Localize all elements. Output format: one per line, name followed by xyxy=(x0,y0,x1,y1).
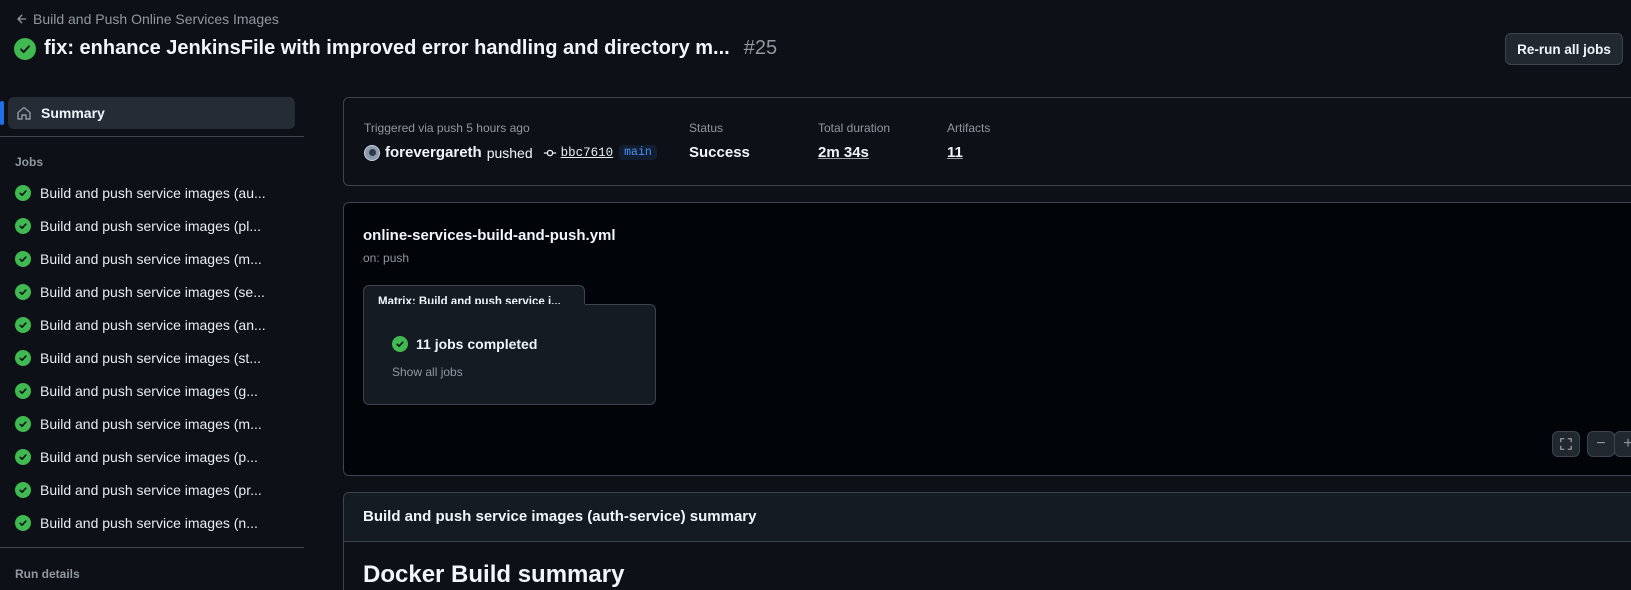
git-commit-icon xyxy=(543,149,556,156)
sidebar-divider xyxy=(0,547,304,548)
zoom-out-button[interactable]: − xyxy=(1587,431,1615,457)
fullscreen-icon xyxy=(1560,438,1572,450)
success-check-icon xyxy=(15,184,31,201)
job-item[interactable]: Build and push service images (st... xyxy=(15,341,266,374)
success-check-icon xyxy=(15,448,31,465)
rerun-all-jobs-button[interactable]: Re-run all jobs xyxy=(1505,33,1623,65)
docker-build-summary-heading: Docker Build summary xyxy=(363,561,625,588)
success-check-icon xyxy=(15,316,31,333)
matrix-job-card[interactable]: 11 jobs completed Show all jobs xyxy=(363,304,656,405)
duration-link[interactable]: 2m 34s xyxy=(818,144,890,161)
fullscreen-button[interactable] xyxy=(1552,431,1580,457)
success-check-icon xyxy=(15,250,31,267)
action-text: pushed xyxy=(486,144,533,161)
workflow-graph-panel: online-services-build-and-push.yml on: p… xyxy=(343,202,1631,476)
zoom-in-button[interactable]: + xyxy=(1614,431,1631,457)
artifacts-info: Artifacts 11 xyxy=(947,121,990,161)
branch-badge[interactable]: main xyxy=(619,145,657,160)
user-link[interactable]: forevergareth xyxy=(385,144,482,161)
back-to-workflow-link[interactable]: Build and Push Online Services Images xyxy=(15,11,279,27)
trigger-info: Triggered via push 5 hours ago foreverga… xyxy=(364,121,657,161)
run-title-text: fix: enhance JenkinsFile with improved e… xyxy=(44,37,730,59)
arrow-left-icon xyxy=(17,14,27,24)
sidebar-item-summary[interactable]: Summary xyxy=(0,97,295,129)
success-check-icon xyxy=(14,37,36,60)
job-item[interactable]: Build and push service images (g... xyxy=(15,374,266,407)
job-label: Build and push service images (p... xyxy=(40,448,258,465)
back-link-label: Build and Push Online Services Images xyxy=(33,11,279,27)
duration-label: Total duration xyxy=(818,121,891,135)
job-item[interactable]: Build and push service images (m... xyxy=(15,407,266,440)
sidebar-summary-label: Summary xyxy=(41,105,105,121)
job-item[interactable]: Build and push service images (pl... xyxy=(15,209,266,242)
status-value: Success xyxy=(689,144,750,161)
job-label: Build and push service images (n... xyxy=(40,514,258,531)
job-label: Build and push service images (st... xyxy=(40,349,261,366)
matrix-status: 11 jobs completed xyxy=(392,336,537,352)
commit-link[interactable]: bbc7610 xyxy=(561,146,614,160)
run-info-panel: Triggered via push 5 hours ago foreverga… xyxy=(343,97,1631,186)
job-label: Build and push service images (m... xyxy=(40,415,262,432)
success-check-icon xyxy=(15,349,31,366)
job-label: Build and push service images (g... xyxy=(40,382,258,399)
home-icon xyxy=(17,106,31,120)
job-item[interactable]: Build and push service images (au... xyxy=(15,176,266,209)
job-item[interactable]: Build and push service images (n... xyxy=(15,506,266,539)
job-label: Build and push service images (au... xyxy=(40,184,266,201)
matrix-status-text: 11 jobs completed xyxy=(416,336,538,352)
run-number: #25 xyxy=(743,37,778,59)
job-label: Build and push service images (m... xyxy=(40,250,262,267)
trigger-details: forevergareth pushed bbc7610 main xyxy=(364,144,657,161)
success-check-icon xyxy=(15,217,31,234)
success-check-icon xyxy=(15,382,31,399)
avatar[interactable] xyxy=(364,144,380,161)
duration-info: Total duration 2m 34s xyxy=(818,121,890,161)
trigger-label: Triggered via push 5 hours ago xyxy=(364,121,530,135)
status-info: Status Success xyxy=(689,121,750,161)
artifacts-label: Artifacts xyxy=(947,121,991,135)
show-all-jobs-link[interactable]: Show all jobs xyxy=(392,365,463,379)
artifacts-link[interactable]: 11 xyxy=(947,144,990,161)
workflow-run-page: Build and Push Online Services Images fi… xyxy=(0,0,1631,590)
job-label: Build and push service images (an... xyxy=(40,316,266,333)
job-label: Build and push service images (se... xyxy=(40,283,265,300)
workflow-file-name[interactable]: online-services-build-and-push.yml xyxy=(363,227,616,244)
status-label: Status xyxy=(689,121,724,135)
job-summary-panel: Build and push service images (auth-serv… xyxy=(343,492,1631,590)
success-check-icon xyxy=(15,481,31,498)
workflow-trigger: on: push xyxy=(363,251,410,265)
success-check-icon xyxy=(15,283,31,300)
jobs-heading: Jobs xyxy=(15,155,44,169)
jobs-list: Build and push service images (au... Bui… xyxy=(15,176,266,539)
job-label: Build and push service images (pl... xyxy=(40,217,261,234)
run-details-heading: Run details xyxy=(15,567,80,581)
job-summary-title: Build and push service images (auth-serv… xyxy=(344,493,1631,542)
sidebar-divider xyxy=(0,136,304,137)
job-item[interactable]: Build and push service images (pr... xyxy=(15,473,266,506)
success-check-icon xyxy=(392,336,408,352)
job-item[interactable]: Build and push service images (se... xyxy=(15,275,266,308)
run-title: fix: enhance JenkinsFile with improved e… xyxy=(14,37,777,60)
job-item[interactable]: Build and push service images (m... xyxy=(15,242,266,275)
job-item[interactable]: Build and push service images (p... xyxy=(15,440,266,473)
success-check-icon xyxy=(15,514,31,531)
success-check-icon xyxy=(15,415,31,432)
job-item[interactable]: Build and push service images (an... xyxy=(15,308,266,341)
job-label: Build and push service images (pr... xyxy=(40,481,262,498)
